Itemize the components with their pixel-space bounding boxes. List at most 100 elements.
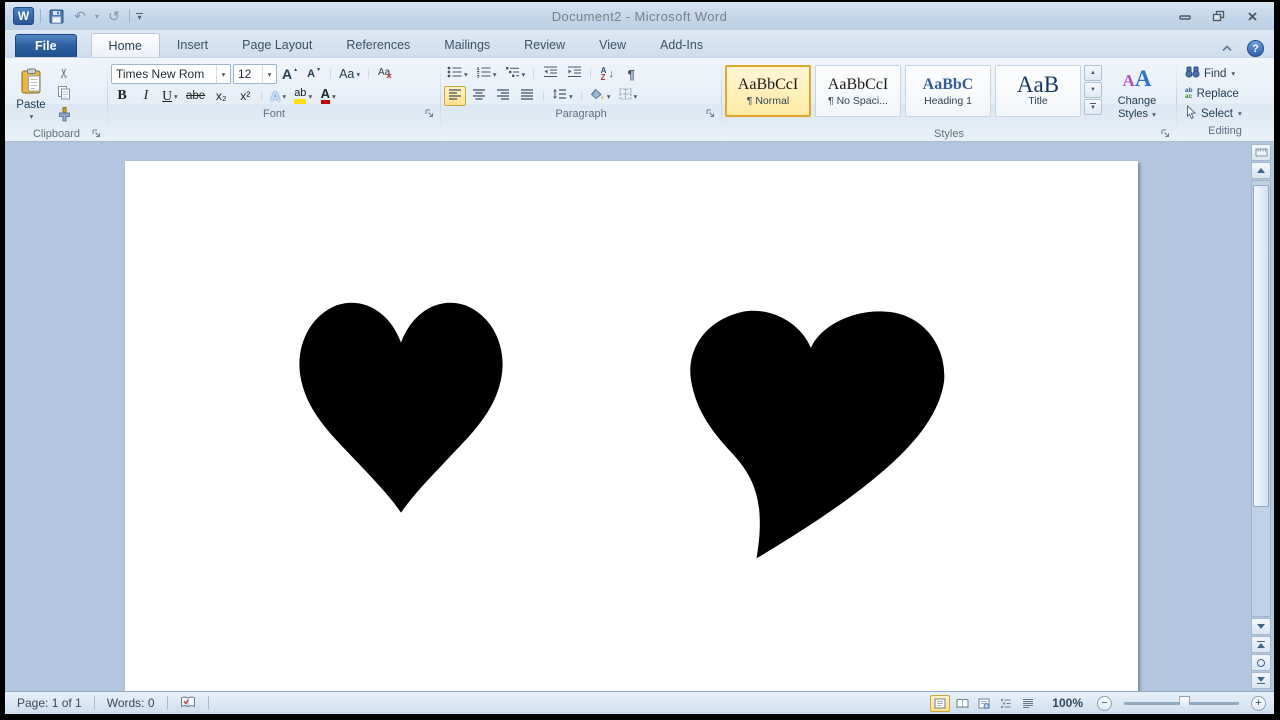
zoom-level[interactable]: 100% — [1046, 696, 1089, 710]
text-effects-dropdown-icon[interactable]: ▾ — [282, 92, 286, 101]
replace-button[interactable]: abac Replace — [1180, 84, 1270, 103]
numbering-dropdown-icon[interactable]: ▾ — [493, 70, 497, 79]
minimize-button[interactable] — [1171, 8, 1198, 25]
font-name-combo[interactable]: Times New Rom ▾ — [111, 64, 231, 84]
scroll-down-button[interactable] — [1251, 618, 1271, 635]
clipboard-dialog-launcher-icon[interactable] — [91, 128, 102, 139]
paste-button[interactable]: Paste ▾ — [9, 61, 53, 127]
page-count[interactable]: Page: 1 of 1 — [13, 696, 86, 710]
superscript-button[interactable]: x² — [234, 86, 256, 106]
change-styles-button[interactable]: AA Change Styles ▾ — [1106, 61, 1168, 126]
underline-button[interactable]: U▾ — [159, 86, 181, 106]
paragraph-dialog-launcher-icon[interactable] — [705, 108, 716, 119]
redo-icon[interactable]: ↺ — [105, 7, 123, 25]
grow-font-button[interactable]: A▲ — [279, 64, 301, 84]
document-page[interactable] — [125, 161, 1138, 691]
web-layout-view-button[interactable] — [974, 695, 994, 712]
tab-view[interactable]: View — [582, 33, 643, 57]
proofing-status-icon[interactable] — [176, 695, 200, 712]
bold-button[interactable]: B — [111, 86, 133, 106]
zoom-out-button[interactable]: − — [1097, 696, 1112, 711]
styles-dialog-launcher-icon[interactable] — [1160, 128, 1171, 139]
change-case-button[interactable]: Aa▾ — [336, 64, 363, 84]
highlight-button[interactable]: ab▾ — [291, 86, 315, 106]
tab-mailings[interactable]: Mailings — [427, 33, 507, 57]
previous-page-button[interactable] — [1251, 636, 1271, 653]
font-name-dropdown-icon[interactable]: ▾ — [216, 65, 230, 83]
close-button[interactable] — [1239, 8, 1266, 25]
align-center-button[interactable] — [468, 86, 490, 106]
italic-button[interactable]: I — [135, 86, 157, 106]
subscript-button[interactable]: x₂ — [210, 86, 232, 106]
scrollbar-track[interactable] — [1251, 180, 1271, 617]
scroll-up-button[interactable] — [1251, 162, 1271, 179]
collapse-ribbon-icon[interactable] — [1217, 41, 1237, 57]
restore-button[interactable] — [1205, 8, 1232, 25]
style-no-spacing[interactable]: AaBbCcI ¶ No Spaci... — [815, 65, 901, 117]
borders-dropdown-icon[interactable]: ▾ — [634, 92, 638, 101]
select-browse-object-button[interactable] — [1251, 654, 1271, 671]
customize-qat-icon[interactable]: ▾ — [136, 13, 143, 20]
zoom-in-button[interactable]: + — [1251, 696, 1266, 711]
ruler-toggle-button[interactable] — [1251, 144, 1271, 161]
shading-button[interactable]: ▾ — [587, 86, 614, 106]
save-icon[interactable] — [47, 7, 65, 25]
tab-page-layout[interactable]: Page Layout — [225, 33, 329, 57]
scrollbar-thumb[interactable] — [1253, 185, 1269, 507]
print-layout-view-button[interactable] — [930, 695, 950, 712]
shrink-font-button[interactable]: A▼ — [303, 64, 325, 84]
line-spacing-dropdown-icon[interactable]: ▾ — [569, 92, 573, 101]
font-dialog-launcher-icon[interactable] — [424, 108, 435, 119]
tab-file[interactable]: File — [15, 34, 77, 57]
heart-shape-stylized[interactable] — [683, 304, 955, 566]
align-left-button[interactable] — [444, 86, 466, 106]
align-right-button[interactable] — [492, 86, 514, 106]
multilevel-dropdown-icon[interactable]: ▾ — [522, 70, 526, 79]
find-button[interactable]: Find ▾ — [1180, 64, 1270, 83]
show-paragraph-marks-button[interactable]: ¶ — [620, 64, 642, 84]
sort-button[interactable]: AZ ↓ — [596, 64, 618, 84]
copy-button[interactable] — [53, 85, 75, 105]
tab-insert[interactable]: Insert — [160, 33, 225, 57]
text-effects-button[interactable]: A▾ — [267, 86, 289, 106]
justify-button[interactable] — [516, 86, 538, 106]
undo-icon[interactable]: ↶ — [71, 7, 89, 25]
font-size-dropdown-icon[interactable]: ▾ — [262, 65, 276, 83]
numbering-button[interactable]: ▾ — [473, 64, 500, 84]
decrease-indent-button[interactable] — [539, 64, 561, 84]
next-page-button[interactable] — [1251, 672, 1271, 689]
styles-scroll-up-button[interactable]: ▲ — [1084, 65, 1102, 81]
tab-review[interactable]: Review — [507, 33, 582, 57]
tab-add-ins[interactable]: Add-Ins — [643, 33, 720, 57]
highlight-dropdown-icon[interactable]: ▾ — [308, 92, 312, 101]
line-spacing-button[interactable]: ▾ — [549, 86, 576, 106]
cut-button[interactable]: ✂ — [53, 63, 75, 83]
font-size-combo[interactable]: 12 ▾ — [233, 64, 277, 84]
strikethrough-button[interactable]: abe — [183, 86, 208, 106]
style-title[interactable]: AaB Title — [995, 65, 1081, 117]
increase-indent-button[interactable] — [563, 64, 585, 84]
styles-scroll-down-button[interactable]: ▼ — [1084, 82, 1102, 98]
zoom-slider-track[interactable] — [1124, 702, 1239, 705]
tab-references[interactable]: References — [329, 33, 427, 57]
outline-view-button[interactable] — [996, 695, 1016, 712]
clear-formatting-button[interactable]: Aa — [374, 64, 396, 84]
font-color-button[interactable]: A▾ — [317, 86, 339, 106]
undo-dropdown-icon[interactable]: ▾ — [95, 12, 99, 21]
select-button[interactable]: Select ▾ — [1180, 104, 1270, 123]
borders-button[interactable]: ▾ — [616, 86, 641, 106]
bullets-dropdown-icon[interactable]: ▾ — [464, 70, 468, 79]
style-normal[interactable]: AaBbCcI ¶ Normal — [725, 65, 811, 117]
font-color-dropdown-icon[interactable]: ▾ — [332, 92, 336, 101]
word-count[interactable]: Words: 0 — [103, 696, 159, 710]
format-painter-button[interactable] — [53, 107, 75, 127]
word-logo-icon[interactable]: W — [13, 7, 34, 25]
full-screen-reading-view-button[interactable] — [952, 695, 972, 712]
bullets-button[interactable]: ▾ — [444, 64, 471, 84]
help-button[interactable]: ? — [1247, 40, 1264, 57]
heart-shape-symmetric[interactable] — [290, 289, 512, 527]
tab-home[interactable]: Home — [91, 33, 160, 57]
styles-gallery-more-button[interactable]: ▼ — [1084, 99, 1102, 115]
draft-view-button[interactable] — [1018, 695, 1038, 712]
multilevel-list-button[interactable]: ▾ — [502, 64, 529, 84]
